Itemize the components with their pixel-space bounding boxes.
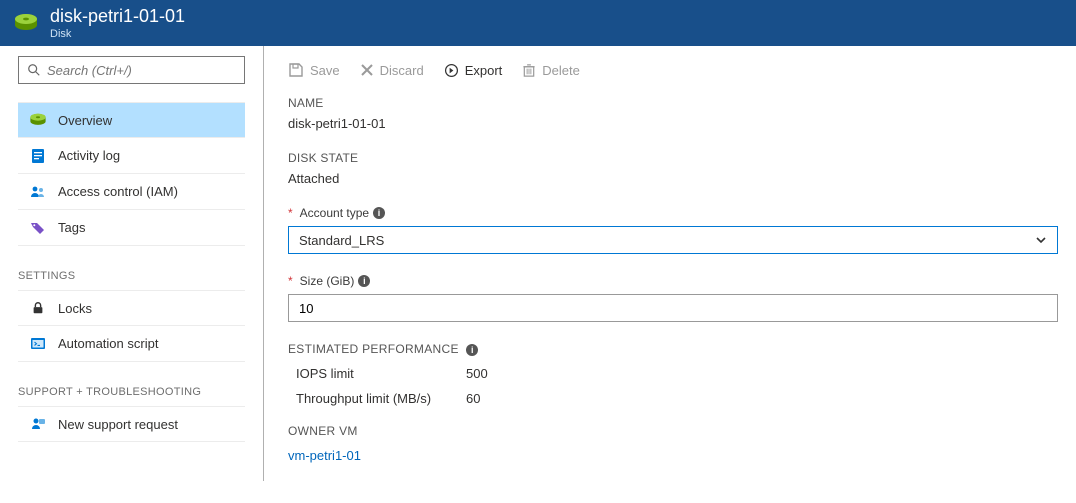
sidebar: Overview Activity log Access control (IA… <box>0 46 264 481</box>
chevron-down-icon <box>1035 234 1047 246</box>
sidebar-item-label: Locks <box>58 301 92 316</box>
sidebar-item-label: New support request <box>58 417 178 432</box>
disk-icon <box>12 13 40 33</box>
account-type-label: * Account type i <box>288 206 1058 220</box>
discard-button: Discard <box>360 63 424 78</box>
page-title: disk-petri1-01-01 <box>50 6 185 27</box>
sidebar-item-label: Overview <box>58 113 112 128</box>
size-label: * Size (GiB) i <box>288 274 1058 288</box>
sidebar-item-overview[interactable]: Overview <box>18 102 245 138</box>
tag-icon <box>28 220 48 236</box>
toolbar: Save Discard Export Delete <box>288 58 1058 96</box>
delete-button: Delete <box>522 63 580 78</box>
sidebar-item-new-support-request[interactable]: New support request <box>18 406 245 442</box>
sidebar-item-label: Tags <box>58 220 85 235</box>
iam-icon <box>28 184 48 200</box>
nav-section-settings: SETTINGS <box>18 264 245 290</box>
support-icon <box>28 416 48 432</box>
name-value: disk-petri1-01-01 <box>288 116 1058 131</box>
info-icon[interactable]: i <box>466 344 478 356</box>
sidebar-item-tags[interactable]: Tags <box>18 210 245 246</box>
sidebar-item-access-control[interactable]: Access control (IAM) <box>18 174 245 210</box>
lock-icon <box>28 301 48 315</box>
main-content: Save Discard Export Delete NAME disk-pet… <box>264 46 1076 481</box>
save-icon <box>288 62 304 78</box>
export-icon <box>444 63 459 78</box>
log-icon <box>28 148 48 164</box>
nav-section-support: SUPPORT + TROUBLESHOOTING <box>18 380 245 406</box>
sidebar-item-label: Automation script <box>58 336 158 351</box>
owner-vm-link[interactable]: vm-petri1-01 <box>288 448 1058 463</box>
sidebar-item-activity-log[interactable]: Activity log <box>18 138 245 174</box>
name-label: NAME <box>288 96 1058 110</box>
script-icon <box>28 337 48 351</box>
account-type-select[interactable]: Standard_LRS <box>288 226 1058 254</box>
iops-value: 500 <box>466 366 488 381</box>
blade-header: disk-petri1-01-01 Disk <box>0 0 1076 46</box>
discard-icon <box>360 63 374 77</box>
throughput-value: 60 <box>466 391 480 406</box>
throughput-label: Throughput limit (MB/s) <box>296 391 466 406</box>
disk-icon <box>28 113 48 127</box>
disk-state-value: Attached <box>288 171 1058 186</box>
owner-vm-label: OWNER VM <box>288 424 1058 438</box>
save-button: Save <box>288 62 340 78</box>
sidebar-item-locks[interactable]: Locks <box>18 290 245 326</box>
page-subtitle: Disk <box>50 28 185 41</box>
iops-label: IOPS limit <box>296 366 466 381</box>
sidebar-item-label: Access control (IAM) <box>58 184 178 199</box>
estimated-performance-label: ESTIMATED PERFORMANCE i <box>288 342 1058 356</box>
search-input[interactable] <box>18 56 245 84</box>
delete-icon <box>522 63 536 78</box>
disk-state-label: DISK STATE <box>288 151 1058 165</box>
sidebar-item-automation-script[interactable]: Automation script <box>18 326 245 362</box>
info-icon[interactable]: i <box>373 207 385 219</box>
sidebar-item-label: Activity log <box>58 148 120 163</box>
info-icon[interactable]: i <box>358 275 370 287</box>
size-input[interactable] <box>288 294 1058 322</box>
search-icon <box>27 63 41 77</box>
export-button[interactable]: Export <box>444 63 503 78</box>
